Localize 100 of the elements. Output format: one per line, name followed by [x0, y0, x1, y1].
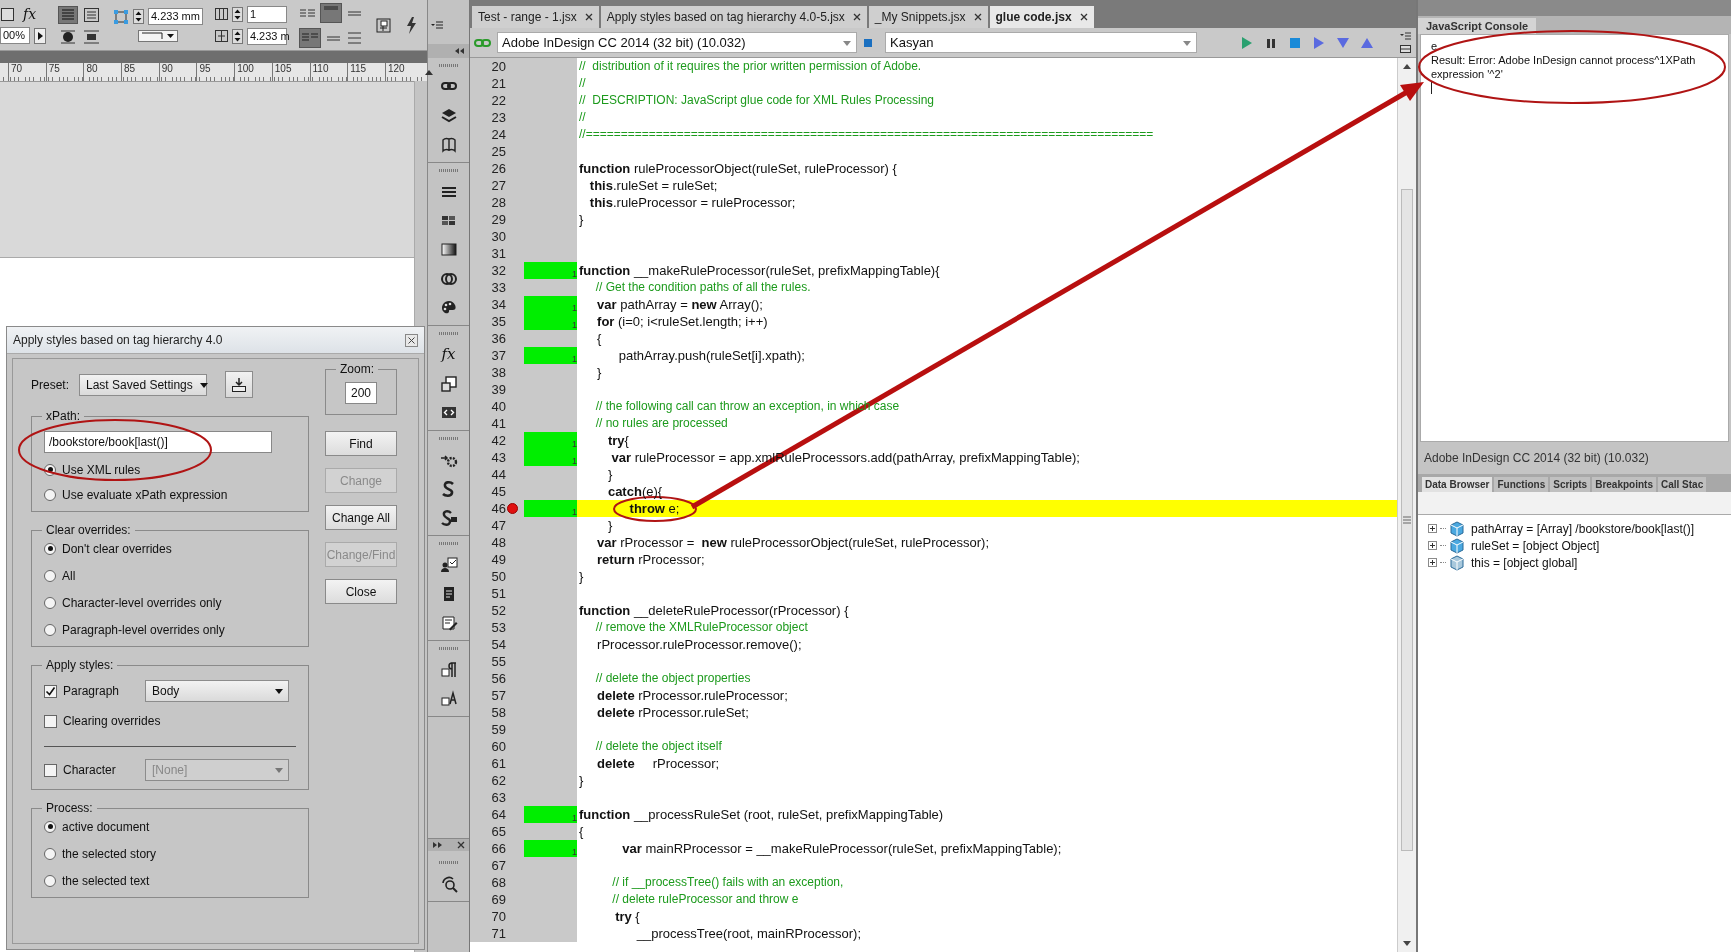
- spinner-icon[interactable]: [231, 28, 243, 44]
- line-number: 26: [490, 160, 506, 177]
- variable-entry[interactable]: ruleSet = [object Object]: [1471, 538, 1600, 553]
- radio-option[interactable]: Don't clear overrides: [44, 540, 296, 557]
- layers-icon[interactable]: [439, 106, 458, 125]
- radio-option[interactable]: the selected text: [44, 872, 296, 889]
- character-style-icon[interactable]: [439, 689, 458, 708]
- collapse-icon[interactable]: [454, 47, 465, 55]
- engine-icon[interactable]: [863, 37, 873, 48]
- ruler-label: 100: [234, 63, 272, 81]
- zoom-field[interactable]: 200: [345, 382, 377, 404]
- ruler-label: 75: [45, 63, 84, 81]
- gradient-icon[interactable]: [439, 240, 458, 259]
- columns-field[interactable]: 1: [246, 5, 287, 23]
- radio-button[interactable]: [44, 569, 56, 582]
- expand-icon[interactable]: [1428, 541, 1437, 550]
- paragraph-style-icon[interactable]: [439, 660, 458, 679]
- spinner-icon[interactable]: [133, 9, 144, 24]
- xpath-field[interactable]: /bookstore/book[last()]: [44, 431, 272, 453]
- gutter-icon[interactable]: [214, 29, 228, 43]
- editor-tab[interactable]: _My Snippets.jsx: [868, 6, 988, 28]
- radio-button[interactable]: [44, 488, 56, 501]
- gutter-field[interactable]: 4.233 m: [246, 27, 287, 45]
- code-line: {: [579, 824, 584, 839]
- close-icon[interactable]: [852, 13, 861, 21]
- text-lines-icon[interactable]: [58, 5, 78, 24]
- square-icon[interactable]: [0, 6, 15, 22]
- dialog-button[interactable]: Close: [325, 579, 397, 604]
- radio-option[interactable]: All: [44, 567, 296, 584]
- radio-option[interactable]: the selected story: [44, 845, 296, 862]
- close-icon[interactable]: [405, 333, 418, 347]
- scroll-down-icon[interactable]: [1402, 939, 1412, 948]
- panel-tab[interactable]: Data Browser: [1422, 477, 1493, 492]
- checkbox[interactable]: [44, 684, 57, 698]
- save-preset-button[interactable]: [225, 371, 253, 398]
- close-icon[interactable]: [973, 13, 982, 21]
- panel-tab[interactable]: Functions: [1494, 477, 1549, 492]
- variable-entry[interactable]: pathArray = [Array] /bookstore/book[last()]: [1471, 521, 1695, 536]
- expand-icon[interactable]: [432, 841, 443, 849]
- target-app-dropdown[interactable]: Adobe InDesign CC 2014 (32 bit) (10.032): [497, 32, 857, 53]
- editor-tab[interactable]: glue code.jsx: [989, 6, 1094, 28]
- panel-tab[interactable]: Call Stac: [1657, 477, 1707, 492]
- panel-icon[interactable]: [1399, 44, 1412, 54]
- checkbox[interactable]: [44, 714, 57, 728]
- checkbox[interactable]: [44, 763, 57, 777]
- justify-left-icon[interactable]: [298, 27, 321, 48]
- zoom-field[interactable]: 00%: [0, 27, 30, 44]
- option-label: Paragraph-level overrides only: [62, 622, 225, 637]
- radio-button[interactable]: [44, 847, 56, 860]
- dialog-button[interactable]: Change All: [325, 505, 397, 530]
- pages-icon[interactable]: [439, 135, 458, 154]
- align-center-icon[interactable]: [82, 28, 101, 45]
- engine-dropdown[interactable]: Kasyan: [885, 32, 1197, 53]
- stroke-style-dropdown-icon[interactable]: [137, 30, 178, 42]
- variable-entry[interactable]: this = [object global]: [1471, 555, 1578, 570]
- columns-icon[interactable]: [214, 7, 228, 21]
- radio-button[interactable]: [44, 542, 56, 555]
- play-icon[interactable]: [34, 27, 46, 44]
- console-tab[interactable]: JavaScript Console: [1418, 18, 1537, 34]
- spinner-icon[interactable]: [231, 6, 243, 22]
- close-icon[interactable]: [1079, 13, 1088, 21]
- hit-count: 1: [572, 508, 577, 517]
- search-refresh-icon[interactable]: [439, 874, 458, 893]
- dialog-button[interactable]: Find: [325, 431, 397, 456]
- preset-dropdown[interactable]: Last Saved Settings: [79, 373, 207, 396]
- breakpoint-icon[interactable]: [506, 503, 518, 514]
- effects-panel-button[interactable]: fx: [441, 345, 456, 364]
- swirl-tag-icon[interactable]: [439, 508, 458, 527]
- expand-icon[interactable]: [1428, 558, 1437, 567]
- align-top-icon[interactable]: [319, 2, 342, 23]
- wrap-icon[interactable]: [58, 28, 78, 45]
- radio-button[interactable]: [44, 820, 56, 833]
- radio-button[interactable]: [44, 623, 56, 636]
- panel-tab[interactable]: Breakpoints: [1592, 477, 1656, 492]
- close-icon[interactable]: [457, 841, 465, 849]
- radio-button[interactable]: [44, 874, 56, 887]
- radio-option[interactable]: Character-level overrides only: [44, 594, 296, 611]
- editor-tab[interactable]: Test - range - 1.jsx: [472, 6, 599, 28]
- radio-button[interactable]: [44, 596, 56, 609]
- line-number: 55: [490, 653, 506, 670]
- fit-frame-icon[interactable]: [374, 16, 392, 34]
- scrollbar-thumb[interactable]: [1401, 189, 1413, 851]
- frame-inset-icon[interactable]: [82, 5, 101, 24]
- radio-option[interactable]: Use evaluate xPath expression: [44, 486, 296, 503]
- line-number: 46: [490, 500, 506, 517]
- effects-button[interactable]: fx: [19, 6, 41, 22]
- object-states-icon[interactable]: [439, 374, 458, 393]
- expand-icon[interactable]: [1428, 524, 1437, 533]
- user-checklist-icon[interactable]: [439, 555, 458, 574]
- radio-option[interactable]: Paragraph-level overrides only: [44, 621, 296, 638]
- close-icon[interactable]: [584, 13, 593, 21]
- radio-option[interactable]: Use XML rules: [44, 461, 296, 478]
- radio-option[interactable]: active document: [44, 818, 296, 835]
- stroke-weight-field[interactable]: 4.233 mm: [148, 8, 203, 25]
- document-pencil-icon[interactable]: [439, 613, 458, 632]
- style-dropdown[interactable]: Body: [145, 680, 289, 702]
- scroll-up-icon[interactable]: [1402, 62, 1412, 71]
- panel-tab[interactable]: Scripts: [1550, 477, 1591, 492]
- editor-tab[interactable]: Apply styles based on tag hierarchy 4.0-5.jsx: [600, 6, 867, 28]
- panel-menu-icon[interactable]: [429, 19, 444, 31]
